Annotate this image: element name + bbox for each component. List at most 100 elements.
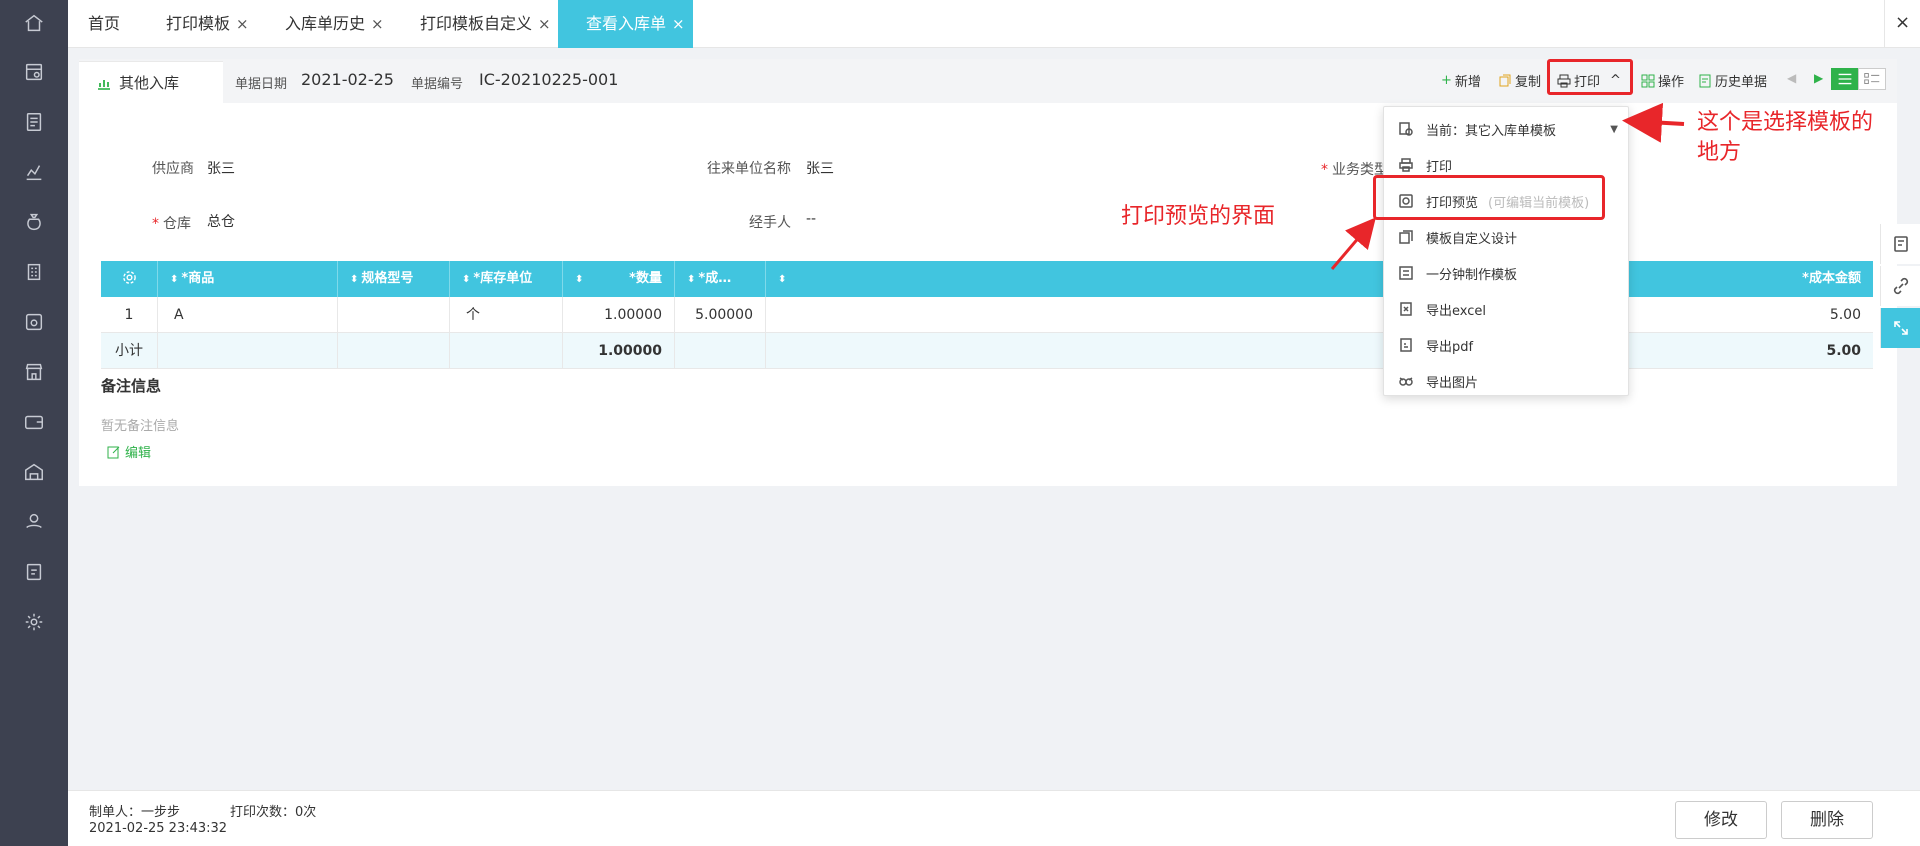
edit-icon (107, 446, 120, 458)
settings-doc-icon[interactable] (22, 310, 46, 334)
row-unit[interactable]: 个 (450, 297, 563, 333)
row-spec[interactable] (338, 297, 450, 333)
action-button[interactable]: 操作 (1641, 71, 1684, 90)
store-icon[interactable] (22, 360, 46, 384)
warehouse-label: * 仓库 (152, 216, 191, 232)
tab-template-custom[interactable]: 打印模板自定义 × (420, 0, 551, 48)
col-header-cost[interactable]: ⬍ *成… (675, 261, 766, 297)
row-qty[interactable]: 1.00000 (563, 297, 675, 333)
history-icon (1699, 74, 1711, 87)
col-header-amount[interactable]: ⬍ *成本金额 (766, 261, 1873, 297)
copy-button[interactable]: 复制 (1498, 71, 1541, 90)
supplier-label: 供应商 (152, 161, 194, 177)
link-icon (1893, 277, 1908, 295)
sort-icon: ⬍ (350, 274, 359, 285)
print-dropdown-menu: 当前：其它入库单模板 ▼ 打印 打印预览 (可编辑当前模板) 模板自定义设计 一分… (1383, 106, 1629, 396)
history-button[interactable]: 历史单据 (1698, 71, 1767, 90)
menu-item-export-excel[interactable]: 导出excel (1398, 291, 1486, 327)
col-header-qty[interactable]: ⬍ *数量 (563, 261, 675, 297)
warehouse-icon[interactable] (22, 460, 46, 484)
row-amount[interactable]: 5.00 (766, 297, 1873, 333)
warehouse-value: 总仓 (207, 214, 235, 230)
subtotal-cell (675, 333, 766, 369)
note-icon (1893, 236, 1908, 252)
money-bag-icon[interactable] (22, 210, 46, 234)
document-icon[interactable] (22, 110, 46, 134)
date-value: 2021-02-25 (301, 70, 394, 89)
close-icon[interactable]: × (538, 15, 551, 33)
annotation-template-select: 这个是选择模板的 地方 (1697, 110, 1874, 165)
tab-view-stock-in[interactable]: 查看入库单 × (558, 0, 693, 48)
template-select[interactable]: 当前：其它入库单模板 ▼ (1398, 111, 1618, 147)
col-header-product[interactable]: ⬍ *商品 (158, 261, 338, 297)
row-cost[interactable]: 5.00000 (675, 297, 766, 333)
side-notes-button[interactable] (1880, 224, 1920, 264)
menu-item-export-pdf[interactable]: 导出pdf (1398, 327, 1473, 363)
edit-notes-link[interactable]: 编辑 (107, 442, 151, 461)
wallet-icon[interactable] (22, 410, 46, 434)
grid-icon (1641, 74, 1655, 87)
card-view-button[interactable] (1858, 68, 1886, 90)
col-header-unit[interactable]: ⬍ *库存单位 (450, 261, 563, 297)
close-icon[interactable]: × (371, 15, 384, 33)
template-icon (1399, 266, 1413, 280)
printer-icon (1399, 158, 1413, 172)
list-view-button[interactable] (1831, 68, 1859, 90)
partner-value: 张三 (806, 161, 834, 177)
home-icon[interactable] (22, 11, 46, 35)
menu-item-quick-template[interactable]: 一分钟制作模板 (1398, 255, 1517, 291)
caret-down-icon: ▼ (1610, 123, 1618, 135)
column-settings-button[interactable] (101, 261, 158, 297)
row-index: 1 (101, 297, 158, 333)
doc-type-tab[interactable]: 其他入库 (79, 61, 223, 103)
next-arrow-icon[interactable]: ▶ (1814, 71, 1823, 85)
tab-home[interactable]: 首页 (88, 0, 120, 48)
excel-icon (1400, 302, 1412, 316)
document-header-bar: 其他入库 单据日期 2021-02-25 单据编号 IC-20210225-00… (79, 59, 1897, 103)
invoice-icon[interactable] (22, 560, 46, 584)
prev-arrow-icon[interactable]: ◀ (1787, 71, 1796, 85)
supplier-value: 张三 (207, 161, 235, 177)
row-product[interactable]: A (158, 297, 338, 333)
print-highlight-box (1547, 59, 1633, 95)
required-mark: * (152, 216, 159, 232)
date-label: 单据日期 (235, 77, 288, 92)
sort-icon: ⬍ (575, 274, 584, 285)
tab-print-template[interactable]: 打印模板 × (166, 0, 249, 48)
template-select-icon (1399, 122, 1413, 136)
sort-icon: ⬍ (170, 274, 179, 285)
list-icon (1838, 73, 1852, 85)
side-link-button[interactable] (1880, 266, 1920, 306)
new-button[interactable]: + 新增 (1441, 71, 1481, 90)
menu-item-template-design[interactable]: 模板自定义设计 (1398, 219, 1517, 255)
report-search-icon[interactable] (22, 60, 46, 84)
building-icon[interactable] (22, 260, 46, 284)
card-list-icon (1864, 73, 1880, 84)
window-close-button[interactable]: × (1884, 0, 1920, 48)
subtotal-cell (158, 333, 338, 369)
footer-bar: 制单人：一步步 打印次数：0次 2021-02-25 23:43:32 修改 删… (68, 790, 1920, 846)
hand-coin-icon[interactable] (22, 510, 46, 534)
required-mark: * (1321, 162, 1328, 178)
gear-icon[interactable] (22, 610, 46, 634)
tab-bar: 首页 打印模板 × 入库单历史 × 打印模板自定义 × 查看入库单 × × (68, 0, 1920, 48)
close-icon[interactable]: × (236, 15, 249, 33)
created-at-text: 2021-02-25 23:43:32 (89, 821, 228, 836)
delete-button[interactable]: 删除 (1781, 801, 1873, 839)
subtotal-amount: 5.00 (1826, 343, 1861, 359)
side-fullscreen-button[interactable] (1880, 308, 1920, 348)
gear-icon (122, 271, 136, 284)
close-icon[interactable]: × (672, 15, 685, 33)
chart-icon[interactable] (22, 160, 46, 184)
image-icon (1399, 377, 1413, 386)
modify-button[interactable]: 修改 (1675, 801, 1767, 839)
tab-stock-in-history[interactable]: 入库单历史 × (285, 0, 384, 48)
preview-highlight-box (1373, 175, 1605, 220)
col-header-spec[interactable]: ⬍ 规格型号 (338, 261, 450, 297)
subtotal-cell (450, 333, 563, 369)
menu-item-export-image[interactable]: 导出图片 (1398, 363, 1478, 399)
sort-icon: ⬍ (778, 274, 787, 285)
partner-label: 往来单位名称 (707, 161, 791, 177)
doc-no-label: 单据编号 (411, 77, 464, 92)
subtotal-qty: 1.00000 (563, 333, 675, 369)
